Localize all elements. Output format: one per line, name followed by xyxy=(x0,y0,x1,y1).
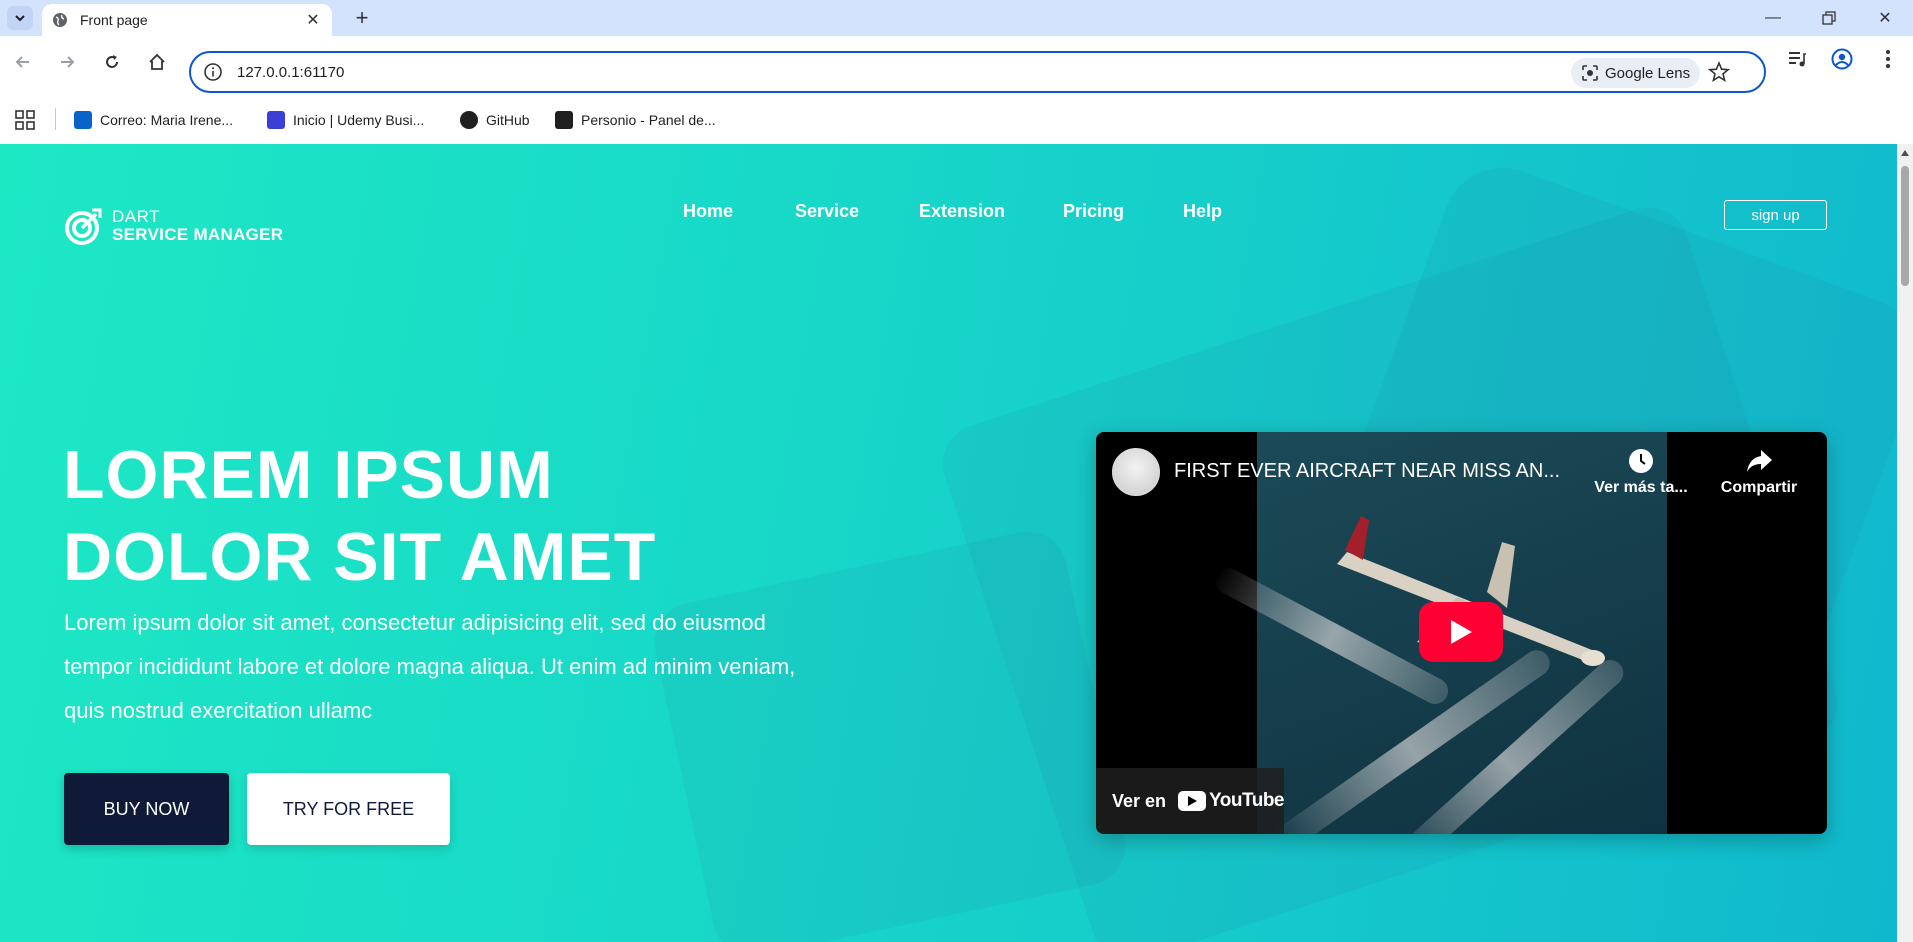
profile-button[interactable] xyxy=(1829,46,1855,72)
media-controls-button[interactable] xyxy=(1784,46,1810,72)
new-tab-button[interactable]: + xyxy=(350,5,374,30)
nav-extension[interactable]: Extension xyxy=(919,201,1005,222)
bookmarks-separator xyxy=(55,108,56,130)
tab-title: Front page xyxy=(80,12,148,28)
share-label: Compartir xyxy=(1720,479,1798,496)
more-vert-icon xyxy=(1886,50,1890,68)
bookmark-outlook[interactable]: Correo: Maria Irene... xyxy=(74,108,233,132)
logo-line-1: DART xyxy=(112,207,160,226)
close-tab-icon[interactable]: ✕ xyxy=(304,11,322,29)
share-arrow-icon xyxy=(1747,450,1772,472)
bookmark-star-icon[interactable] xyxy=(1708,61,1730,83)
scroll-up-arrow-icon[interactable] xyxy=(1901,150,1909,156)
restore-icon xyxy=(1822,11,1836,25)
chevron-down-icon xyxy=(15,15,25,22)
address-bar[interactable]: 127.0.0.1:61170 Google Lens xyxy=(189,51,1766,93)
nav-pricing[interactable]: Pricing xyxy=(1063,201,1124,222)
clock-icon xyxy=(1629,449,1653,473)
bookmark-label: Correo: Maria Irene... xyxy=(100,112,234,128)
play-button[interactable] xyxy=(1419,602,1503,662)
home-icon xyxy=(149,53,165,70)
watch-later-button[interactable]: Ver más ta... xyxy=(1586,448,1696,497)
page-viewport: DART SERVICE MANAGER Home Service Extens… xyxy=(0,144,1897,942)
watch-on-label: Ver en xyxy=(1112,790,1167,811)
outlook-icon xyxy=(74,111,92,129)
bookmark-label: Personio - Panel de... xyxy=(581,112,716,128)
globe-icon xyxy=(53,13,67,27)
youtube-logo-icon xyxy=(1178,791,1207,811)
logo-line-2: SERVICE MANAGER xyxy=(112,225,284,244)
restore-button[interactable] xyxy=(1806,0,1852,36)
minimize-button[interactable]: — xyxy=(1750,0,1796,36)
reload-button[interactable] xyxy=(96,46,128,78)
scrollbar-thumb[interactable] xyxy=(1901,166,1909,286)
apps-grid-icon[interactable] xyxy=(15,110,35,130)
watch-on-youtube-button[interactable]: Ver en YouTube xyxy=(1096,768,1284,834)
personio-icon xyxy=(555,111,573,129)
channel-avatar[interactable] xyxy=(1112,448,1160,496)
bookmark-github[interactable]: GitHub xyxy=(460,108,530,132)
bookmark-label: GitHub xyxy=(486,112,530,128)
tab-strip: Front page ✕ + — ✕ xyxy=(0,0,1913,36)
arrow-right-icon xyxy=(61,56,75,68)
nav-home[interactable]: Home xyxy=(683,201,733,222)
arrow-left-icon xyxy=(15,56,29,68)
youtube-wordmark: YouTube xyxy=(1209,790,1284,811)
close-window-button[interactable]: ✕ xyxy=(1862,0,1908,36)
bookmark-personio[interactable]: Personio - Panel de... xyxy=(555,108,716,132)
hero-title: LOREM IPSUM DOLOR SIT AMET xyxy=(63,434,763,598)
bookmarks-bar: Correo: Maria Irene... Inicio | Udemy Bu… xyxy=(0,98,1913,144)
hero-title-line-2: DOLOR SIT AMET xyxy=(63,519,657,595)
lens-icon xyxy=(1582,65,1598,81)
playlist-icon xyxy=(1789,52,1806,67)
menu-button[interactable] xyxy=(1875,46,1901,72)
udemy-icon xyxy=(267,111,285,129)
buy-now-button[interactable]: BUY NOW xyxy=(64,773,229,845)
account-icon xyxy=(1831,48,1853,70)
target-arrow-icon xyxy=(65,208,102,245)
hero-title-line-1: LOREM IPSUM xyxy=(63,437,554,513)
nav-service[interactable]: Service xyxy=(795,201,859,222)
youtube-embed[interactable]: FIRST EVER AIRCRAFT NEAR MISS AN... Ver … xyxy=(1096,432,1827,834)
forward-button[interactable] xyxy=(51,46,83,78)
back-button[interactable] xyxy=(7,46,39,78)
watch-later-label: Ver más ta... xyxy=(1594,479,1688,496)
tab-front-page[interactable]: Front page ✕ xyxy=(42,4,332,36)
try-for-free-button[interactable]: TRY FOR FREE xyxy=(247,773,450,845)
bookmark-label: Inicio | Udemy Busi... xyxy=(293,112,425,128)
share-button[interactable]: Compartir xyxy=(1704,448,1814,497)
hero-description: Lorem ipsum dolor sit amet, consectetur … xyxy=(64,610,796,723)
url-text[interactable]: 127.0.0.1:61170 xyxy=(237,64,344,81)
sign-up-button[interactable]: sign up xyxy=(1724,200,1827,230)
github-icon xyxy=(460,111,478,129)
play-icon xyxy=(1451,620,1472,644)
reload-icon xyxy=(106,55,118,68)
home-button[interactable] xyxy=(141,46,173,78)
bookmark-udemy[interactable]: Inicio | Udemy Busi... xyxy=(267,108,424,132)
google-lens-label: Google Lens xyxy=(1605,64,1691,82)
page-scrollbar[interactable] xyxy=(1897,144,1913,942)
tab-search-button[interactable] xyxy=(7,6,33,30)
info-icon[interactable] xyxy=(203,62,223,82)
nav-help[interactable]: Help xyxy=(1183,201,1222,222)
site-logo[interactable]: DART SERVICE MANAGER xyxy=(64,206,283,246)
video-title[interactable]: FIRST EVER AIRCRAFT NEAR MISS AN... xyxy=(1174,460,1560,483)
google-lens-button[interactable]: Google Lens xyxy=(1571,58,1701,88)
